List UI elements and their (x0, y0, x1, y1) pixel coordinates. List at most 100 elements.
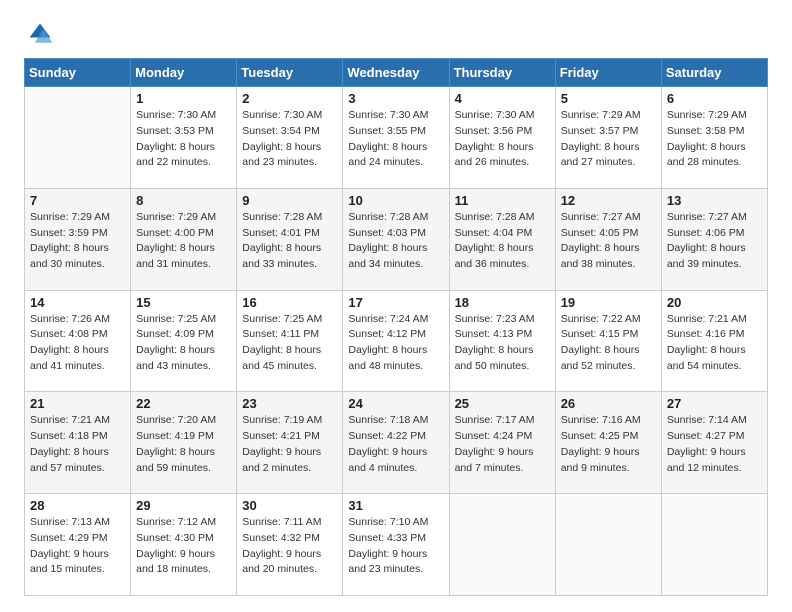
day-info: Sunrise: 7:27 AMSunset: 4:05 PMDaylight:… (561, 210, 656, 273)
weekday-row: SundayMondayTuesdayWednesdayThursdayFrid… (25, 59, 768, 87)
day-number: 28 (30, 498, 125, 513)
day-info: Sunrise: 7:28 AMSunset: 4:01 PMDaylight:… (242, 210, 337, 273)
day-number: 30 (242, 498, 337, 513)
day-info: Sunrise: 7:24 AMSunset: 4:12 PMDaylight:… (348, 312, 443, 375)
weekday-header: Saturday (661, 59, 767, 87)
day-number: 22 (136, 396, 231, 411)
calendar-week-row: 1 Sunrise: 7:30 AMSunset: 3:53 PMDaylight… (25, 87, 768, 189)
day-info: Sunrise: 7:19 AMSunset: 4:21 PMDaylight:… (242, 413, 337, 476)
calendar-week-row: 7 Sunrise: 7:29 AMSunset: 3:59 PMDaylight… (25, 188, 768, 290)
calendar-cell: 11 Sunrise: 7:28 AMSunset: 4:04 PMDayligh… (449, 188, 555, 290)
day-info: Sunrise: 7:20 AMSunset: 4:19 PMDaylight:… (136, 413, 231, 476)
calendar-cell (555, 494, 661, 596)
weekday-header: Tuesday (237, 59, 343, 87)
day-number: 2 (242, 91, 337, 106)
calendar-cell (661, 494, 767, 596)
day-info: Sunrise: 7:23 AMSunset: 4:13 PMDaylight:… (455, 312, 550, 375)
day-info: Sunrise: 7:27 AMSunset: 4:06 PMDaylight:… (667, 210, 762, 273)
day-info: Sunrise: 7:26 AMSunset: 4:08 PMDaylight:… (30, 312, 125, 375)
day-info: Sunrise: 7:16 AMSunset: 4:25 PMDaylight:… (561, 413, 656, 476)
day-number: 11 (455, 193, 550, 208)
day-number: 24 (348, 396, 443, 411)
weekday-header: Wednesday (343, 59, 449, 87)
day-info: Sunrise: 7:30 AMSunset: 3:56 PMDaylight:… (455, 108, 550, 171)
day-number: 29 (136, 498, 231, 513)
calendar-cell: 21 Sunrise: 7:21 AMSunset: 4:18 PMDayligh… (25, 392, 131, 494)
day-number: 14 (30, 295, 125, 310)
calendar-cell: 24 Sunrise: 7:18 AMSunset: 4:22 PMDayligh… (343, 392, 449, 494)
day-number: 5 (561, 91, 656, 106)
calendar-cell: 27 Sunrise: 7:14 AMSunset: 4:27 PMDayligh… (661, 392, 767, 494)
calendar-cell: 29 Sunrise: 7:12 AMSunset: 4:30 PMDayligh… (131, 494, 237, 596)
calendar-cell: 31 Sunrise: 7:10 AMSunset: 4:33 PMDayligh… (343, 494, 449, 596)
day-number: 21 (30, 396, 125, 411)
calendar-week-row: 14 Sunrise: 7:26 AMSunset: 4:08 PMDayligh… (25, 290, 768, 392)
day-number: 20 (667, 295, 762, 310)
weekday-header: Thursday (449, 59, 555, 87)
calendar-cell: 23 Sunrise: 7:19 AMSunset: 4:21 PMDayligh… (237, 392, 343, 494)
weekday-header: Sunday (25, 59, 131, 87)
day-info: Sunrise: 7:29 AMSunset: 3:58 PMDaylight:… (667, 108, 762, 171)
day-info: Sunrise: 7:14 AMSunset: 4:27 PMDaylight:… (667, 413, 762, 476)
calendar-cell: 12 Sunrise: 7:27 AMSunset: 4:05 PMDayligh… (555, 188, 661, 290)
day-info: Sunrise: 7:30 AMSunset: 3:53 PMDaylight:… (136, 108, 231, 171)
calendar-cell: 25 Sunrise: 7:17 AMSunset: 4:24 PMDayligh… (449, 392, 555, 494)
day-number: 17 (348, 295, 443, 310)
day-number: 18 (455, 295, 550, 310)
calendar-cell: 7 Sunrise: 7:29 AMSunset: 3:59 PMDaylight… (25, 188, 131, 290)
calendar-cell: 30 Sunrise: 7:11 AMSunset: 4:32 PMDayligh… (237, 494, 343, 596)
day-info: Sunrise: 7:29 AMSunset: 3:59 PMDaylight:… (30, 210, 125, 273)
day-info: Sunrise: 7:30 AMSunset: 3:55 PMDaylight:… (348, 108, 443, 171)
calendar-cell: 8Sunrise: 7:29 AMSunset: 4:00 PMDaylight… (131, 188, 237, 290)
day-number: 1 (136, 91, 231, 106)
day-number: 16 (242, 295, 337, 310)
day-number: 10 (348, 193, 443, 208)
day-number: 19 (561, 295, 656, 310)
day-number: 23 (242, 396, 337, 411)
day-info: Sunrise: 7:21 AMSunset: 4:18 PMDaylight:… (30, 413, 125, 476)
day-number: 12 (561, 193, 656, 208)
calendar-cell: 13Sunrise: 7:27 AMSunset: 4:06 PMDayligh… (661, 188, 767, 290)
day-number: 3 (348, 91, 443, 106)
day-number: 6 (667, 91, 762, 106)
day-number: 8 (136, 193, 231, 208)
calendar-cell (25, 87, 131, 189)
calendar-cell: 20 Sunrise: 7:21 AMSunset: 4:16 PMDayligh… (661, 290, 767, 392)
day-info: Sunrise: 7:28 AMSunset: 4:04 PMDaylight:… (455, 210, 550, 273)
day-info: Sunrise: 7:17 AMSunset: 4:24 PMDaylight:… (455, 413, 550, 476)
calendar-cell: 4 Sunrise: 7:30 AMSunset: 3:56 PMDaylight… (449, 87, 555, 189)
calendar-cell: 6 Sunrise: 7:29 AMSunset: 3:58 PMDaylight… (661, 87, 767, 189)
day-number: 26 (561, 396, 656, 411)
calendar-cell: 18 Sunrise: 7:23 AMSunset: 4:13 PMDayligh… (449, 290, 555, 392)
weekday-header: Monday (131, 59, 237, 87)
calendar-cell: 10 Sunrise: 7:28 AMSunset: 4:03 PMDayligh… (343, 188, 449, 290)
day-info: Sunrise: 7:11 AMSunset: 4:32 PMDaylight:… (242, 515, 337, 578)
calendar-cell: 22 Sunrise: 7:20 AMSunset: 4:19 PMDayligh… (131, 392, 237, 494)
day-info: Sunrise: 7:25 AMSunset: 4:11 PMDaylight:… (242, 312, 337, 375)
day-number: 7 (30, 193, 125, 208)
calendar-cell: 1 Sunrise: 7:30 AMSunset: 3:53 PMDaylight… (131, 87, 237, 189)
calendar-cell: 19Sunrise: 7:22 AMSunset: 4:15 PMDayligh… (555, 290, 661, 392)
day-info: Sunrise: 7:29 AMSunset: 3:57 PMDaylight:… (561, 108, 656, 171)
day-info: Sunrise: 7:18 AMSunset: 4:22 PMDaylight:… (348, 413, 443, 476)
calendar-week-row: 21 Sunrise: 7:21 AMSunset: 4:18 PMDayligh… (25, 392, 768, 494)
calendar-cell: 9Sunrise: 7:28 AMSunset: 4:01 PMDaylight… (237, 188, 343, 290)
day-number: 31 (348, 498, 443, 513)
weekday-header: Friday (555, 59, 661, 87)
calendar-cell: 15Sunrise: 7:25 AMSunset: 4:09 PMDayligh… (131, 290, 237, 392)
day-info: Sunrise: 7:21 AMSunset: 4:16 PMDaylight:… (667, 312, 762, 375)
calendar-cell: 2Sunrise: 7:30 AMSunset: 3:54 PMDaylight… (237, 87, 343, 189)
calendar-cell: 3 Sunrise: 7:30 AMSunset: 3:55 PMDaylight… (343, 87, 449, 189)
calendar-cell: 26 Sunrise: 7:16 AMSunset: 4:25 PMDayligh… (555, 392, 661, 494)
calendar-week-row: 28Sunrise: 7:13 AMSunset: 4:29 PMDayligh… (25, 494, 768, 596)
day-number: 27 (667, 396, 762, 411)
day-info: Sunrise: 7:25 AMSunset: 4:09 PMDaylight:… (136, 312, 231, 375)
day-info: Sunrise: 7:28 AMSunset: 4:03 PMDaylight:… (348, 210, 443, 273)
day-number: 25 (455, 396, 550, 411)
calendar-cell: 14 Sunrise: 7:26 AMSunset: 4:08 PMDayligh… (25, 290, 131, 392)
day-info: Sunrise: 7:12 AMSunset: 4:30 PMDaylight:… (136, 515, 231, 578)
calendar-cell (449, 494, 555, 596)
page: SundayMondayTuesdayWednesdayThursdayFrid… (0, 0, 792, 612)
day-info: Sunrise: 7:10 AMSunset: 4:33 PMDaylight:… (348, 515, 443, 578)
day-number: 4 (455, 91, 550, 106)
